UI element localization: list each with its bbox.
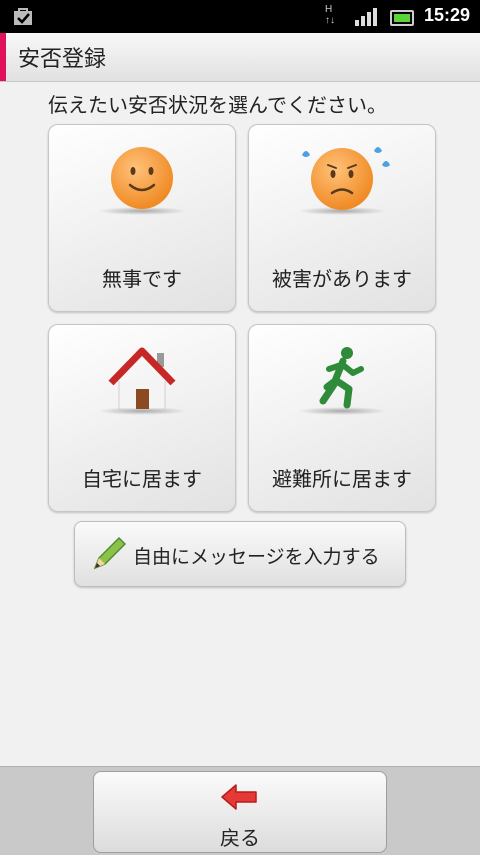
option-label: 避難所に居ます xyxy=(272,467,412,491)
option-label: 自宅に居ます xyxy=(82,467,202,491)
status-bar: H ↑↓ 15:29 xyxy=(0,0,480,33)
option-at-shelter-button[interactable]: 避難所に居ます xyxy=(248,324,436,512)
back-button[interactable]: 戻る xyxy=(93,771,387,853)
bottom-bar: 戻る xyxy=(0,766,480,855)
option-at-home-button[interactable]: 自宅に居ます xyxy=(48,324,236,512)
option-safe-button[interactable]: 無事です xyxy=(48,124,236,312)
network-h-icon: H ↑↓ xyxy=(325,4,335,26)
signal-icon xyxy=(355,8,377,26)
worried-face-icon xyxy=(302,147,390,210)
pencil-icon xyxy=(93,536,127,570)
back-label: 戻る xyxy=(220,826,260,850)
clock: 15:29 xyxy=(423,5,470,25)
battery-icon xyxy=(390,10,414,26)
running-person-icon xyxy=(319,347,364,409)
option-label: 被害があります xyxy=(272,267,412,291)
free-message-button[interactable]: 自由にメッセージを入力する xyxy=(74,521,406,587)
instruction-text: 伝えたい安否状況を選んでください。 xyxy=(48,93,387,117)
option-damaged-button[interactable]: 被害があります xyxy=(248,124,436,312)
free-message-label: 自由にメッセージを入力する xyxy=(133,546,380,568)
title-bar: 安否登録 xyxy=(0,33,480,82)
page-title: 安否登録 xyxy=(18,47,107,72)
bag-check-icon xyxy=(14,8,32,25)
title-accent xyxy=(0,33,6,81)
smile-face-icon xyxy=(111,147,173,209)
back-arrow-icon xyxy=(221,784,257,810)
house-icon xyxy=(108,347,176,410)
option-label: 無事です xyxy=(102,267,182,291)
network-label: H xyxy=(325,4,333,15)
